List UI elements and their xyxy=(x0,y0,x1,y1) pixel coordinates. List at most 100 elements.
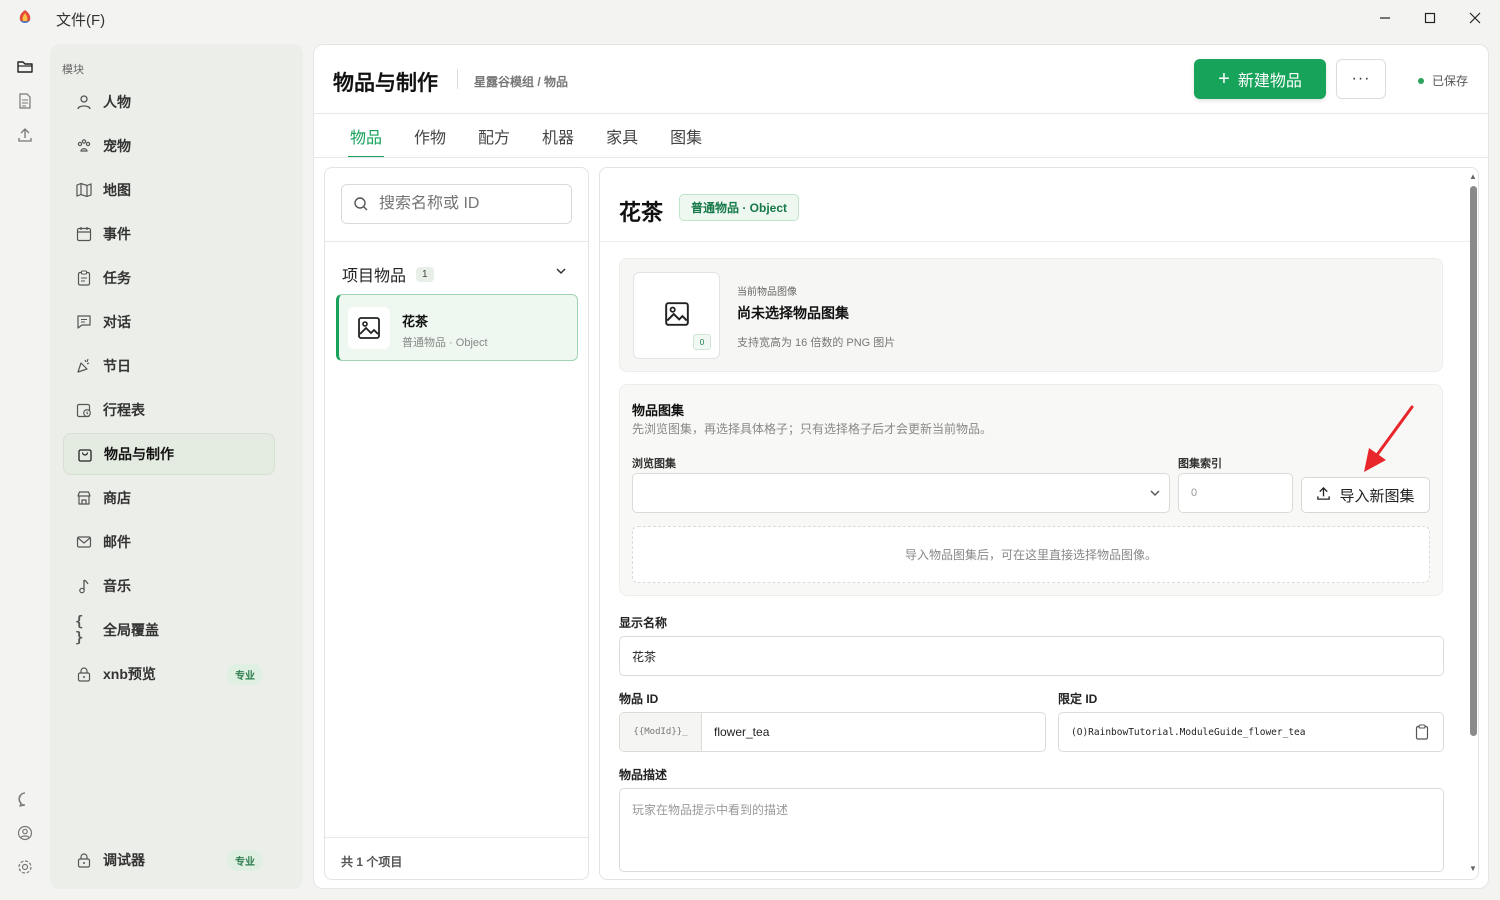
image-label: 当前物品图像 xyxy=(737,287,797,298)
sidebar-item-label: 物品与制作 xyxy=(104,446,174,462)
new-item-label: 新建物品 xyxy=(1237,73,1302,90)
sidebar-item-label: 全局覆盖 xyxy=(103,622,159,638)
sidebar-item-xnb-preview[interactable]: xnb预览 专业 xyxy=(63,653,275,695)
atlas-empty-state: 导入物品图集后，可在这里直接选择物品图像。 xyxy=(632,526,1430,583)
sidebar-item-label: 商店 xyxy=(103,490,131,506)
maximize-icon[interactable] xyxy=(1418,6,1442,30)
item-image-preview[interactable]: 0 xyxy=(633,272,720,359)
tab-items[interactable]: 物品 xyxy=(334,114,398,158)
breadcrumb: 星露谷模组 / 物品 xyxy=(474,75,569,89)
pro-badge: 专业 xyxy=(227,849,263,871)
item-id-label: 物品 ID xyxy=(619,692,659,706)
new-item-button[interactable]: + 新建物品 xyxy=(1194,59,1326,99)
sidebar-item-pet[interactable]: 宠物 xyxy=(63,125,275,167)
settings-icon[interactable] xyxy=(13,855,37,879)
lock-icon xyxy=(75,851,93,869)
account-icon[interactable] xyxy=(13,821,37,845)
menu-file[interactable]: 文件(F) xyxy=(56,9,105,30)
sidebar-item-label: 调试器 xyxy=(103,852,145,868)
tab-machines[interactable]: 机器 xyxy=(526,114,590,157)
close-icon[interactable] xyxy=(1463,6,1487,30)
sprite-index-badge: 0 xyxy=(693,334,711,350)
browse-atlas-select[interactable] xyxy=(632,473,1170,513)
item-detail-panel: 花茶 普通物品 · Object 0 当前物品图像 尚未选择物品图集 支持宽高为… xyxy=(599,167,1479,880)
upload-icon[interactable] xyxy=(13,123,37,147)
store-icon xyxy=(75,489,93,507)
qualified-id-value: (O)RainbowTutorial.ModuleGuide_flower_te… xyxy=(1071,726,1306,738)
group-header[interactable]: 项目物品 1 xyxy=(342,262,434,286)
import-atlas-button[interactable]: 导入新图集 xyxy=(1301,477,1430,513)
item-id-value[interactable]: flower_tea xyxy=(702,713,769,751)
chevron-down-icon[interactable] xyxy=(555,264,567,280)
sidebar-item-label: xnb预览 xyxy=(103,666,156,682)
group-title: 项目物品 xyxy=(342,268,407,285)
item-title: 花茶 xyxy=(619,200,664,225)
minimize-icon[interactable] xyxy=(1373,6,1397,30)
qualified-id-field: (O)RainbowTutorial.ModuleGuide_flower_te… xyxy=(1058,712,1444,752)
tab-crops[interactable]: 作物 xyxy=(398,114,462,157)
clipboard-icon xyxy=(75,269,93,287)
sidebar-item-music[interactable]: 音乐 xyxy=(63,565,275,607)
upload-icon xyxy=(1316,486,1331,505)
image-placeholder-icon xyxy=(664,301,690,330)
list-divider xyxy=(325,241,588,242)
item-list-panel: 项目物品 1 花茶 普通物品 · Object 共 1 个项目 xyxy=(324,167,589,880)
message-icon xyxy=(75,313,93,331)
sidebar-item-event[interactable]: 事件 xyxy=(63,213,275,255)
image-placeholder-icon xyxy=(348,307,390,349)
scroll-up-icon[interactable]: ▲ xyxy=(1469,172,1477,181)
tab-atlas[interactable]: 图集 xyxy=(654,114,718,157)
item-type-badge: 普通物品 · Object xyxy=(679,194,800,221)
display-name-label: 显示名称 xyxy=(619,616,668,630)
sidebar-item-debugger[interactable]: 调试器 专业 xyxy=(63,839,275,881)
atlas-index-input[interactable]: 0 xyxy=(1178,473,1293,513)
search-icon xyxy=(353,196,369,212)
sidebar-item-dialogue[interactable]: 对话 xyxy=(63,301,275,343)
tab-bar: 物品 作物 配方 机器 家具 图集 xyxy=(334,114,718,158)
more-options-button[interactable]: ··· xyxy=(1336,59,1386,99)
sidebar-item-mail[interactable]: 邮件 xyxy=(63,521,275,563)
atlas-card: 物品图集 先浏览图集，再选择具体格子；只有选择格子后才会更新当前物品。 浏览图集… xyxy=(619,384,1443,596)
group-count-badge: 1 xyxy=(416,266,434,282)
browse-atlas-label: 浏览图集 xyxy=(632,458,676,470)
document-icon[interactable] xyxy=(13,89,37,113)
braces-icon: { } xyxy=(75,614,84,646)
description-textarea[interactable]: 玩家在物品提示中看到的描述 xyxy=(619,788,1444,872)
item-id-field[interactable]: {{ModId}}_ flower_tea xyxy=(619,712,1046,752)
module-sidebar: 模块 人物 宠物 地图 事件 任务 对话 节日 行程表 物品与制作 商店 邮件 … xyxy=(50,44,303,889)
sidebar-item-shop[interactable]: 商店 xyxy=(63,477,275,519)
sidebar-item-label: 对话 xyxy=(103,314,131,330)
list-item-name: 花茶 xyxy=(402,314,429,329)
clipboard-icon[interactable] xyxy=(1415,724,1429,743)
detail-divider xyxy=(600,241,1478,242)
sidebar-item-schedule[interactable]: 行程表 xyxy=(63,389,275,431)
status-dot-icon xyxy=(1418,77,1424,84)
search-box[interactable] xyxy=(341,184,572,224)
chevron-down-icon xyxy=(1149,486,1161,502)
sidebar-item-festival[interactable]: 节日 xyxy=(63,345,275,387)
search-input[interactable] xyxy=(379,195,559,213)
sidebar-item-label: 节日 xyxy=(103,358,131,374)
sidebar-item-map[interactable]: 地图 xyxy=(63,169,275,211)
atlas-title: 物品图集 xyxy=(632,403,685,418)
sidebar-item-person[interactable]: 人物 xyxy=(63,81,275,123)
list-item[interactable]: 花茶 普通物品 · Object xyxy=(336,294,578,361)
sidebar-item-items-crafting[interactable]: 物品与制作 xyxy=(63,433,275,475)
app-logo-icon xyxy=(19,10,31,23)
folder-icon[interactable] xyxy=(13,55,37,79)
display-name-field[interactable]: 花茶 xyxy=(619,636,1444,676)
map-icon xyxy=(75,181,93,199)
paw-icon xyxy=(75,137,93,155)
atlas-description: 先浏览图集，再选择具体格子；只有选择格子后才会更新当前物品。 xyxy=(632,422,993,436)
chat-icon[interactable] xyxy=(13,787,37,811)
sidebar-item-global-override[interactable]: { } 全局覆盖 xyxy=(63,609,275,651)
save-status-text: 已保存 xyxy=(1432,74,1469,88)
tab-furniture[interactable]: 家具 xyxy=(590,114,654,157)
tab-recipes[interactable]: 配方 xyxy=(462,114,526,157)
detail-scrollbar[interactable]: ▲ ▼ xyxy=(1467,168,1478,879)
music-icon xyxy=(75,577,93,595)
scroll-down-icon[interactable]: ▼ xyxy=(1469,864,1477,873)
sidebar-item-quest[interactable]: 任务 xyxy=(63,257,275,299)
tabs-divider xyxy=(314,157,1488,158)
scroll-thumb[interactable] xyxy=(1470,186,1477,736)
